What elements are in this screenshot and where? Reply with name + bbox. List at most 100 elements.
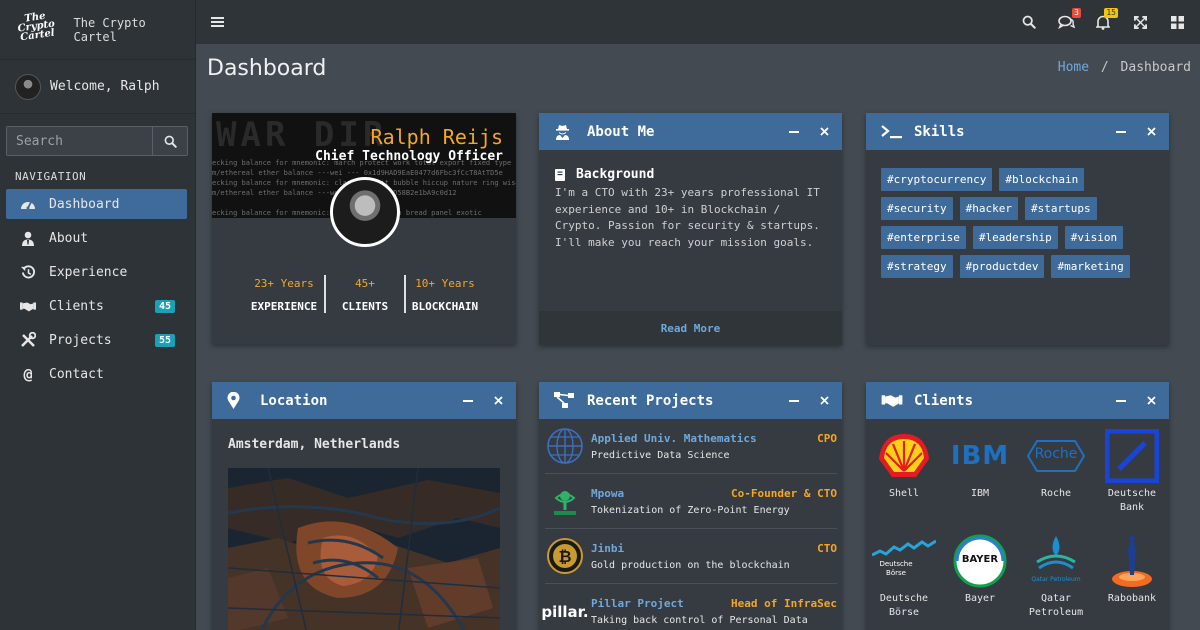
minimize-button[interactable] [1115, 127, 1127, 136]
minimize-button[interactable] [462, 396, 474, 405]
sidebar-item-dashboard[interactable]: Dashboard [6, 189, 187, 219]
project-role: Co-Founder & CTO [731, 486, 837, 500]
stat-clients: 45+ CLIENTS [324, 275, 404, 313]
skills-tags: #cryptocurrency #blockchain #security #h… [866, 150, 1169, 278]
client-name: Roche [1040, 488, 1072, 499]
close-button[interactable] [1145, 127, 1157, 136]
minimize-button[interactable] [788, 396, 800, 405]
close-button[interactable] [492, 396, 504, 405]
messages-badge: 3 [1072, 8, 1081, 18]
breadcrumb-home-link[interactable]: Home [1058, 60, 1089, 75]
breadcrumb-separator: / [1100, 60, 1109, 75]
hamburger-icon [211, 17, 224, 27]
client-name: Deutsche Börse [879, 593, 929, 618]
menu-toggle-button[interactable] [211, 13, 224, 32]
project-name[interactable]: Jinbi [591, 542, 624, 555]
brand[interactable]: The Crypto Cartel The Crypto Cartel [0, 0, 195, 60]
client-item[interactable]: Shell [866, 428, 942, 533]
stat-value: 45+ [355, 277, 375, 290]
sidebar-item-about[interactable]: About [6, 223, 187, 253]
client-name: Qatar Petroleum [1028, 593, 1084, 618]
tools-icon [20, 332, 36, 348]
client-item[interactable]: Roche Roche [1018, 428, 1094, 533]
user-panel[interactable]: Welcome, Ralph [0, 60, 195, 114]
stat-blockchain: 10+ Years BLOCKCHAIN [404, 275, 484, 313]
roche-logo: Roche [1018, 428, 1094, 484]
close-button[interactable] [818, 396, 830, 405]
search-icon [164, 135, 177, 148]
profile-name: Ralph Reijs [370, 125, 503, 149]
profile-stats: 23+ Years EXPERIENCE 45+ CLIENTS 10+ Yea… [212, 275, 516, 313]
sidebar-item-projects[interactable]: Projects 55 [6, 325, 187, 355]
client-name: IBM [970, 488, 990, 499]
project-diagram-icon [554, 392, 576, 409]
location-map[interactable] [228, 468, 500, 630]
project-role: Head of InfraSec [731, 597, 837, 610]
skill-tag[interactable]: #productdev [959, 255, 1045, 278]
location-card: Location Amsterdam, Netherlands [212, 382, 516, 630]
skill-tag[interactable]: #cryptocurrency [881, 168, 993, 191]
skill-tag[interactable]: #security [881, 197, 953, 220]
client-item[interactable]: BAYER Bayer [942, 533, 1018, 630]
bayer-logo-text: BAYER [961, 554, 999, 565]
client-item[interactable]: Rabobank [1094, 533, 1169, 630]
project-row[interactable]: Applied Univ. Mathematics CPO Predictive… [545, 419, 837, 474]
top-search-button[interactable] [1020, 13, 1038, 31]
minus-icon [789, 130, 799, 133]
messages-button[interactable]: 3 [1057, 8, 1081, 31]
skill-tag[interactable]: #strategy [881, 255, 953, 278]
project-row[interactable]: Mpowa Co-Founder & CTO Tokenization of Z… [545, 474, 837, 529]
mpowa-logo [545, 481, 585, 521]
sidebar-item-contact[interactable]: @ Contact [6, 359, 187, 389]
skill-tag[interactable]: #marketing [1051, 255, 1130, 278]
client-name: Shell [888, 488, 920, 499]
brand-logo: The Crypto Cartel [17, 10, 56, 43]
stat-label: CLIENTS [341, 300, 389, 313]
stat-experience: 23+ Years EXPERIENCE [244, 275, 324, 313]
client-item[interactable]: Deutsche Börse Deutsche Börse [866, 533, 942, 630]
skill-tag[interactable]: #blockchain [999, 168, 1085, 191]
about-text: I'm a CTO with 23+ years professional IT… [555, 186, 820, 249]
close-icon [493, 396, 503, 405]
card-header: Skills [866, 113, 1169, 150]
project-name[interactable]: Pillar Project [591, 597, 684, 610]
apps-button[interactable] [1168, 13, 1186, 31]
skill-tag[interactable]: #enterprise [881, 226, 966, 249]
breadcrumb-current: Dashboard [1120, 60, 1191, 75]
minimize-button[interactable] [788, 127, 800, 136]
minimize-button[interactable] [1115, 396, 1127, 405]
terminal-icon [881, 124, 903, 139]
skill-tag[interactable]: #hacker [959, 197, 1018, 220]
deutsche-bank-logo [1094, 428, 1169, 484]
project-row[interactable]: ₿ Jinbi CTO Gold production on the block… [545, 529, 837, 584]
skill-tag[interactable]: #startups [1024, 197, 1097, 220]
project-row[interactable]: pillar. Pillar Project Head of InfraSec … [541, 584, 837, 630]
client-name: Deutsche Bank [1107, 488, 1157, 513]
minus-icon [1116, 399, 1126, 402]
close-button[interactable] [818, 127, 830, 136]
at-icon: @ [23, 365, 33, 383]
client-item[interactable]: Deutsche Bank [1094, 428, 1169, 533]
sidebar-item-clients[interactable]: Clients 45 [6, 291, 187, 321]
nav-title: NAVIGATION [15, 170, 87, 183]
projects-count-badge: 55 [154, 333, 175, 347]
search-button[interactable] [152, 127, 187, 155]
close-button[interactable] [1145, 396, 1157, 405]
project-name[interactable]: Applied Univ. Mathematics [591, 432, 757, 445]
read-more-link[interactable]: Read More [539, 311, 842, 345]
deutsche-borse-logo: Deutsche Börse [866, 533, 942, 589]
skill-tag[interactable]: #vision [1064, 226, 1124, 249]
client-item[interactable]: Qatar Petroleum Qatar Petroleum [1018, 533, 1094, 630]
client-item[interactable]: IBM IBM [942, 428, 1018, 533]
close-icon [819, 127, 829, 136]
fullscreen-button[interactable] [1131, 13, 1149, 31]
search-input[interactable] [7, 127, 152, 155]
sidebar-item-experience[interactable]: Experience [6, 257, 187, 287]
about-subtitle-text: Background [576, 167, 655, 182]
skill-tag[interactable]: #leadership [972, 226, 1058, 249]
sidebar-item-label: Clients [49, 298, 104, 314]
search-icon [1022, 15, 1036, 29]
profile-card: WAR DIR ecking balance for mnemonic: mar… [212, 113, 516, 344]
notifications-button[interactable]: 15 [1094, 8, 1118, 31]
project-name[interactable]: Mpowa [591, 487, 624, 500]
